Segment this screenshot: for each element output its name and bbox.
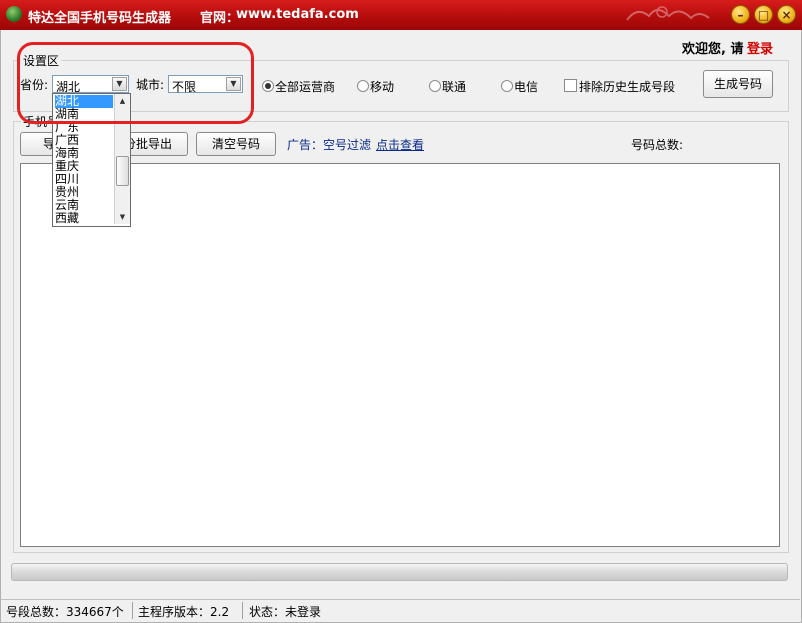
program-version: 主程序版本：2.2 [138,605,230,619]
radio-telecom-label[interactable]: 电信 [514,78,538,95]
exclude-history-label[interactable]: 排除历史生成号段 [579,78,675,95]
radio-mobile-label[interactable]: 移动 [370,78,394,95]
phone-numbers-textarea[interactable] [20,163,780,547]
status-divider [242,602,243,619]
title-bar: 特达全国手机号码生成器 官网： www.tedafa.com – □ × [0,0,802,30]
exclude-history-checkbox[interactable] [564,79,577,92]
radio-all-carriers[interactable] [262,80,274,92]
ad-text: 广告：空号过滤 [287,138,372,152]
status-bar: 号段总数：334667个 主程序版本：2.2 状态：未登录 [0,599,800,622]
minimize-button[interactable]: – [731,5,750,24]
province-option[interactable]: 西藏 [55,212,113,225]
total-count-label: 号码总数: [631,138,684,152]
annotation-highlight [17,42,254,124]
scroll-thumb[interactable] [116,156,129,186]
site-url: www.tedafa.com [236,7,359,22]
welcome-text: 欢迎您, 请 [682,42,744,57]
radio-telecom[interactable] [501,80,513,92]
scroll-down-icon[interactable]: ▼ [115,210,130,224]
close-button[interactable]: × [777,5,796,24]
maximize-button[interactable]: □ [754,5,773,24]
status-divider [132,602,133,619]
ad-link[interactable]: 点击查看 [376,136,424,153]
radio-unicom[interactable] [429,80,441,92]
clear-numbers-button[interactable]: 清空号码 [196,132,276,156]
progress-bar [11,563,788,581]
generate-button[interactable]: 生成号码 [703,70,773,98]
radio-unicom-label[interactable]: 联通 [442,78,466,95]
login-link[interactable]: 登录 [747,38,773,57]
radio-mobile[interactable] [357,80,369,92]
window-title: 特达全国手机号码生成器 [28,11,172,26]
app-icon [6,6,22,22]
segment-total: 号段总数：334667个 [6,605,124,619]
site-label: 官网： [200,11,240,26]
radio-all-carriers-label[interactable]: 全部运营商 [275,78,335,95]
cloud-ornament-icon [626,6,710,21]
login-status: 状态：未登录 [249,605,322,619]
